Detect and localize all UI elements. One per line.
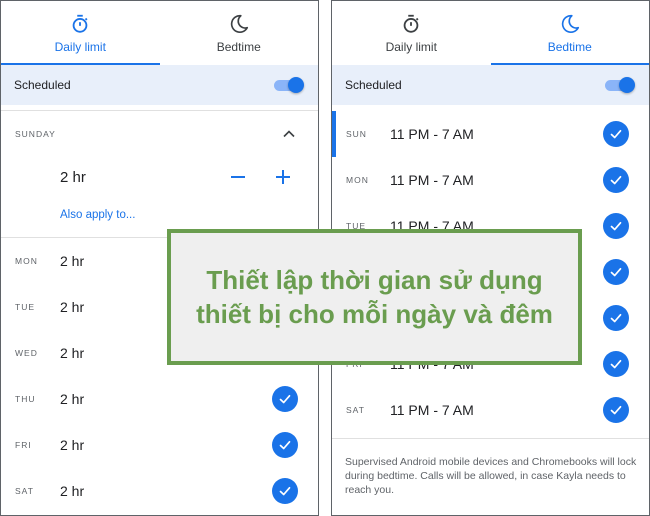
checkmark-glyph xyxy=(610,405,622,415)
toggle-thumb xyxy=(288,77,304,93)
check-circle-icon[interactable] xyxy=(603,259,629,285)
expanded-day-value: 2 hr xyxy=(60,169,86,186)
tab-daily-limit[interactable]: Daily limit xyxy=(1,1,160,65)
check-circle-icon[interactable] xyxy=(603,121,629,147)
day-abbr: TUE xyxy=(15,302,35,312)
day-abbr: MON xyxy=(346,175,369,185)
moon-icon xyxy=(230,14,248,34)
day-row[interactable]: SAT 2 hr xyxy=(1,468,318,514)
chevron-up-icon[interactable] xyxy=(282,127,296,141)
tab-label: Bedtime xyxy=(547,40,592,54)
day-value: 2 hr xyxy=(60,253,85,269)
checkmark-glyph xyxy=(610,267,622,277)
day-row[interactable]: SUN 11 PM - 7 AM xyxy=(332,111,649,157)
day-value: 2 hr xyxy=(60,483,85,499)
checkmark-glyph xyxy=(610,313,622,323)
check-circle-icon[interactable] xyxy=(603,167,629,193)
scheduled-label: Scheduled xyxy=(345,78,402,92)
scheduled-toggle[interactable] xyxy=(605,77,635,93)
tab-bar: Daily limit Bedtime xyxy=(1,1,318,65)
checkmark-glyph xyxy=(279,440,291,450)
divider xyxy=(1,110,318,111)
day-value: 11 PM - 7 AM xyxy=(390,402,474,418)
checkmark-glyph xyxy=(610,359,622,369)
day-value: 2 hr xyxy=(60,299,85,315)
expanded-day-header: SUNDAY xyxy=(15,129,56,139)
check-circle-icon[interactable] xyxy=(603,213,629,239)
also-apply-link[interactable]: Also apply to... xyxy=(60,209,135,221)
tab-label: Daily limit xyxy=(385,40,437,54)
check-circle-icon[interactable] xyxy=(272,432,298,458)
tab-bar: Daily limit Bedtime xyxy=(332,1,649,65)
day-row[interactable]: SAT 11 PM - 7 AM xyxy=(332,387,649,433)
day-abbr: FRI xyxy=(15,440,32,450)
day-abbr: SAT xyxy=(346,405,365,415)
caption-text: Thiết lập thời gian sử dụng thiết bị cho… xyxy=(196,265,553,329)
day-abbr: MON xyxy=(15,256,38,266)
checkmark-glyph xyxy=(610,129,622,139)
day-abbr: SAT xyxy=(15,486,34,496)
toggle-thumb xyxy=(619,77,635,93)
day-abbr: THU xyxy=(15,394,36,404)
check-circle-icon[interactable] xyxy=(603,351,629,377)
moon-icon xyxy=(561,14,579,34)
scheduled-row: Scheduled xyxy=(332,65,649,105)
check-circle-icon[interactable] xyxy=(603,397,629,423)
bedtime-footer-note: Supervised Android mobile devices and Ch… xyxy=(345,456,637,496)
check-circle-icon[interactable] xyxy=(272,478,298,504)
stopwatch-icon xyxy=(403,14,419,33)
tab-daily-limit[interactable]: Daily limit xyxy=(332,1,491,65)
checkmark-glyph xyxy=(610,175,622,185)
check-circle-icon[interactable] xyxy=(603,305,629,331)
tab-label: Daily limit xyxy=(54,40,106,54)
day-value: 11 PM - 7 AM xyxy=(390,126,474,142)
caption-overlay: Thiết lập thời gian sử dụng thiết bị cho… xyxy=(167,229,582,365)
check-circle-icon[interactable] xyxy=(272,386,298,412)
day-row[interactable]: FRI 2 hr xyxy=(1,422,318,468)
stopwatch-icon xyxy=(72,14,88,33)
scheduled-toggle[interactable] xyxy=(274,77,304,93)
day-value: 2 hr xyxy=(60,345,85,361)
divider xyxy=(332,438,649,439)
day-row[interactable]: THU 2 hr xyxy=(1,376,318,422)
day-abbr: SUN xyxy=(346,129,367,139)
day-value: 2 hr xyxy=(60,437,85,453)
minus-icon[interactable] xyxy=(229,167,247,187)
checkmark-glyph xyxy=(279,486,291,496)
scheduled-label: Scheduled xyxy=(14,78,71,92)
checkmark-glyph xyxy=(610,221,622,231)
tab-label: Bedtime xyxy=(216,40,261,54)
day-abbr: WED xyxy=(15,348,38,358)
checkmark-glyph xyxy=(279,394,291,404)
day-value: 11 PM - 7 AM xyxy=(390,172,474,188)
day-value: 2 hr xyxy=(60,391,85,407)
plus-icon[interactable] xyxy=(274,167,292,187)
day-row[interactable]: MON 11 PM - 7 AM xyxy=(332,157,649,203)
tab-bedtime[interactable]: Bedtime xyxy=(160,1,319,65)
scheduled-row: Scheduled xyxy=(1,65,318,105)
tab-bedtime[interactable]: Bedtime xyxy=(490,1,650,65)
